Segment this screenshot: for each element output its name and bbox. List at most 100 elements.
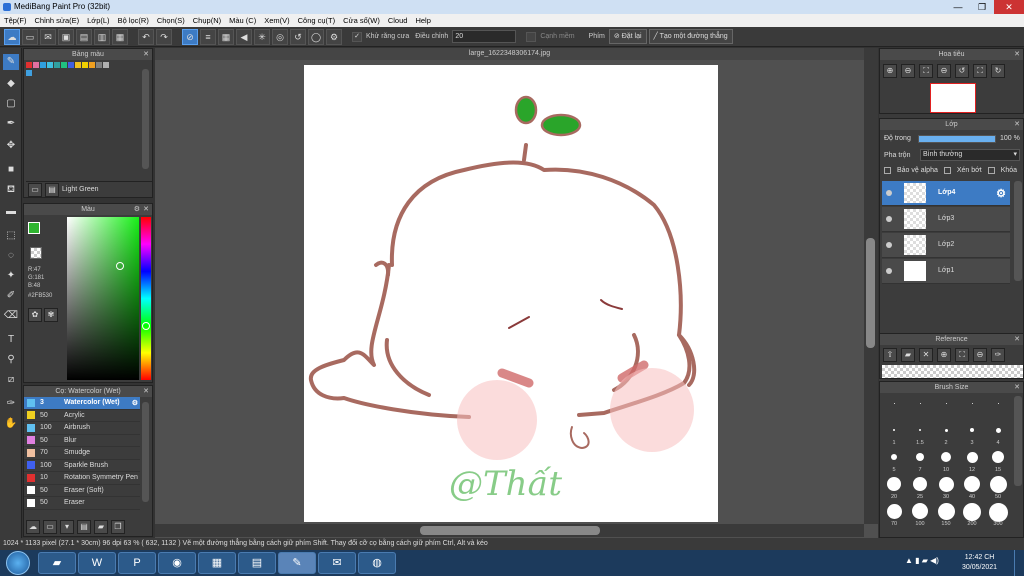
brush-size-option[interactable]: 4: [986, 422, 1010, 446]
brush-item[interactable]: 100 Sparkle Brush: [24, 460, 140, 472]
brush-copy-icon[interactable]: ▤: [77, 520, 91, 534]
brush-size-option[interactable]: [908, 395, 932, 419]
brush-menu-icon[interactable]: ▾: [60, 520, 74, 534]
actual-size-icon[interactable]: ⊖: [937, 64, 951, 78]
color-swatch[interactable]: [61, 62, 67, 68]
duplicate-icon[interactable]: ❐: [111, 520, 125, 534]
antialias-checkbox[interactable]: ✓: [352, 31, 362, 42]
brush-size-option[interactable]: 20: [882, 476, 906, 500]
blend-select[interactable]: Bình thường ▾: [920, 149, 1020, 161]
operation-tool-icon[interactable]: ⚲: [3, 352, 19, 368]
save-icon[interactable]: ▤: [76, 28, 92, 45]
select-pen-tool-icon[interactable]: ✐: [3, 288, 19, 304]
color-swatch[interactable]: [82, 62, 88, 68]
color-swatch[interactable]: [75, 62, 81, 68]
grid-snap-icon[interactable]: ▦: [218, 28, 234, 45]
close-reference-icon[interactable]: ✕: [919, 348, 933, 362]
brush-size-option[interactable]: 10: [934, 449, 958, 473]
correction-select[interactable]: 20: [452, 30, 517, 43]
brush-size-option[interactable]: 150: [934, 503, 958, 527]
color-swatch[interactable]: [96, 62, 102, 68]
browser-taskbar-icon[interactable]: ◍: [358, 552, 396, 574]
rotate-left-icon[interactable]: ↺: [955, 64, 969, 78]
eraser-tool-icon[interactable]: ◆: [3, 76, 19, 92]
visibility-icon[interactable]: [886, 190, 892, 196]
brush-size-option[interactable]: 3: [960, 422, 984, 446]
visibility-icon[interactable]: [886, 268, 892, 274]
lasso-tool-icon[interactable]: ◌: [3, 248, 19, 264]
palette-scrollbar[interactable]: [142, 69, 149, 169]
brush-size-option[interactable]: 300: [986, 503, 1010, 527]
navigator-thumbnail[interactable]: [930, 83, 976, 113]
export-icon[interactable]: ▥: [94, 28, 110, 45]
close-icon[interactable]: ✕: [1014, 382, 1020, 393]
brush-size-option[interactable]: 70: [882, 503, 906, 527]
reset-view-icon[interactable]: ⛶: [973, 64, 987, 78]
zoom-out-icon[interactable]: ⊖: [973, 348, 987, 362]
menu-filter[interactable]: Bộ lọc(R): [118, 16, 149, 25]
zoom-out-icon[interactable]: ⊖: [901, 64, 915, 78]
protect-alpha-checkbox[interactable]: [884, 167, 891, 174]
chat-icon[interactable]: ✉: [40, 28, 56, 45]
close-icon[interactable]: ✕: [1014, 49, 1020, 60]
upload-icon[interactable]: ⇧: [883, 348, 897, 362]
layer-row-lop3[interactable]: Lớp3: [882, 207, 1010, 232]
visibility-icon[interactable]: [886, 242, 892, 248]
create-line-button[interactable]: ╱ Tạo một đường thẳng: [648, 29, 733, 44]
hue-slider[interactable]: [141, 217, 151, 380]
saturation-value-picker[interactable]: [67, 217, 139, 380]
rotate-right-icon[interactable]: ↻: [991, 64, 1005, 78]
primary-color-swatch[interactable]: [28, 222, 40, 234]
soft-edge-checkbox[interactable]: [526, 31, 537, 42]
color-swatch[interactable]: [103, 62, 109, 68]
start-button[interactable]: [6, 551, 30, 575]
grid-panel-icon[interactable]: ▦: [112, 28, 128, 45]
vertical-scroll-thumb[interactable]: [866, 238, 875, 348]
brush-size-option[interactable]: 15: [986, 449, 1010, 473]
drawing-canvas[interactable]: @Thất: [304, 65, 718, 522]
divide-tool-icon[interactable]: ⧄: [3, 372, 19, 388]
app-taskbar-icon[interactable]: ▤: [238, 552, 276, 574]
color-swatch[interactable]: [54, 62, 60, 68]
reset-button[interactable]: ⊘ Đặt lại: [608, 29, 647, 44]
brush-item[interactable]: 50 Acrylic: [24, 410, 140, 422]
color-swatch[interactable]: [68, 62, 74, 68]
brush-size-scrollbar[interactable]: [1014, 396, 1022, 486]
color-swatch[interactable]: [26, 62, 32, 68]
eyedropper-tool-icon[interactable]: ✑: [3, 396, 19, 412]
radial-snap-icon[interactable]: ✳: [254, 28, 270, 45]
brush-size-option[interactable]: 50: [986, 476, 1010, 500]
color-swatch[interactable]: [47, 62, 53, 68]
brush-size-option[interactable]: 7: [908, 449, 932, 473]
perspective-snap-icon[interactable]: ◀: [236, 28, 252, 45]
brush-size-option[interactable]: [934, 395, 958, 419]
curve-snap-icon[interactable]: ↺: [290, 28, 306, 45]
color-swatch[interactable]: [33, 62, 39, 68]
fit-icon[interactable]: ⛶: [955, 348, 969, 362]
menu-select[interactable]: Chọn(S): [157, 16, 185, 25]
close-icon[interactable]: ✕: [143, 386, 149, 397]
network-taskbar-icon[interactable]: ◉: [158, 552, 196, 574]
show-desktop-button[interactable]: [1014, 550, 1024, 576]
layer-row-lop1[interactable]: Lớp1: [882, 259, 1010, 284]
new-palette-icon[interactable]: ▭: [28, 182, 42, 197]
transparent-color-swatch[interactable]: [30, 247, 42, 259]
color-swatch[interactable]: [89, 62, 95, 68]
menu-layer[interactable]: Lớp(L): [87, 16, 109, 25]
brush-size-option[interactable]: 5: [882, 449, 906, 473]
clock[interactable]: 12:42 CH 30/05/2021: [962, 553, 997, 573]
word-taskbar-icon[interactable]: W: [78, 552, 116, 574]
new-file-icon[interactable]: ▭: [22, 28, 38, 45]
brush-scrollbar[interactable]: [142, 402, 149, 502]
eyedropper-icon[interactable]: ✑: [991, 348, 1005, 362]
dot-tool-icon[interactable]: ▢: [3, 96, 19, 112]
menu-window[interactable]: Cửa sổ(W): [343, 16, 380, 25]
palette-add-icon[interactable]: ✿: [28, 308, 42, 322]
medibang-taskbar-icon[interactable]: ✎: [278, 552, 316, 574]
horizontal-scroll-thumb[interactable]: [420, 526, 600, 535]
zoom-in-icon[interactable]: ⊕: [937, 348, 951, 362]
brush-item[interactable]: 10 Rotation Symmetry Pen: [24, 472, 140, 485]
delete-palette-icon[interactable]: ▤: [45, 182, 59, 197]
brush-size-option[interactable]: 1.5: [908, 422, 932, 446]
menu-file[interactable]: Tệp(F): [4, 16, 27, 25]
